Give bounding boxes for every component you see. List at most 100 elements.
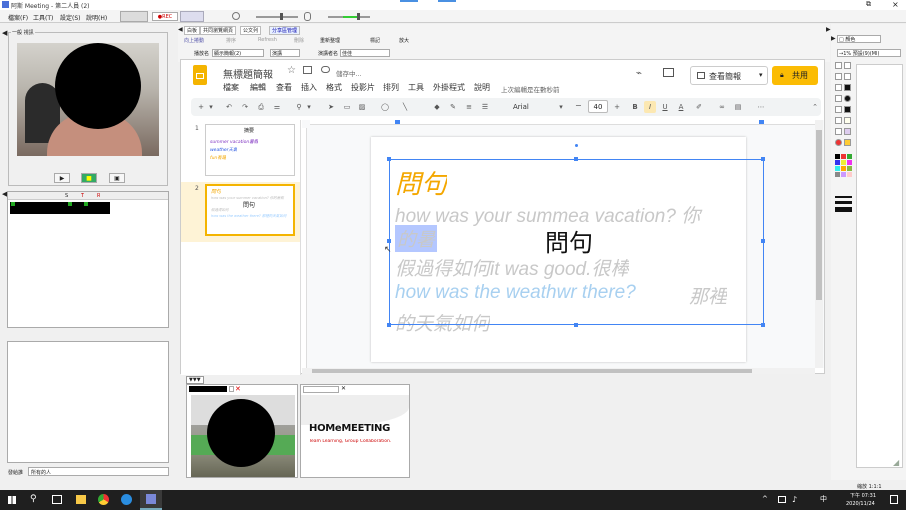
- color-swatch[interactable]: [841, 172, 846, 177]
- slides-logo-icon[interactable]: [193, 65, 207, 85]
- clock-date[interactable]: 2020/11/24: [846, 501, 875, 507]
- collapse-right-icon[interactable]: ▶: [831, 35, 836, 42]
- close-icon[interactable]: ×: [892, 0, 899, 9]
- tab-whiteboard[interactable]: 白板: [184, 26, 201, 35]
- slide-thumbnail[interactable]: 摘要 summer vacation暑假 weather天氣 fun有趣: [205, 124, 295, 176]
- color-swatch[interactable]: [841, 166, 846, 171]
- undo-icon[interactable]: ↶: [225, 103, 233, 111]
- menu-settings[interactable]: 設定(S): [60, 13, 81, 22]
- rect-tool-icon[interactable]: [835, 84, 842, 91]
- resize-handle[interactable]: [761, 323, 765, 327]
- scroll-up-button[interactable]: 向上捲動: [184, 37, 204, 44]
- tab-docs[interactable]: 公文列: [240, 26, 262, 35]
- ellipse-tool-icon[interactable]: [835, 95, 842, 102]
- tile-select[interactable]: [303, 386, 339, 393]
- resize-handle[interactable]: [387, 323, 391, 327]
- chevron-down-icon[interactable]: ▾: [207, 103, 215, 111]
- color-swatch[interactable]: [835, 160, 840, 165]
- filled-ellipse-tool-icon[interactable]: [844, 95, 851, 102]
- slide-thumbnail-selected[interactable]: 問句 問句 how was your summer vacation? 你的暑假…: [205, 184, 295, 236]
- font-size-increase-icon[interactable]: +: [613, 103, 621, 111]
- rotate-handle[interactable]: [575, 144, 578, 147]
- font-size-decrease[interactable]: −: [575, 101, 582, 110]
- print-icon[interactable]: ⎙: [257, 103, 265, 111]
- zoom-button[interactable]: 放大: [399, 37, 409, 44]
- resize-handle[interactable]: [574, 323, 578, 327]
- col-s[interactable]: S: [65, 193, 68, 199]
- notification-icon[interactable]: [890, 495, 898, 504]
- strip-tab[interactable]: ▼▼▼: [186, 376, 204, 384]
- presenter-select[interactable]: 佳佳: [340, 49, 390, 57]
- ime-indicator[interactable]: 中: [820, 494, 827, 504]
- line-icon[interactable]: ╲: [401, 103, 409, 111]
- chrome-icon[interactable]: [98, 494, 109, 505]
- redacted-participant[interactable]: [10, 202, 110, 214]
- refresh-button[interactable]: Refresh: [258, 37, 277, 43]
- homemeeting-tile[interactable]: ✕ HOMeMEETING Team Learning, Group Colla…: [300, 384, 410, 478]
- color-swatch[interactable]: [835, 172, 840, 177]
- italic-icon[interactable]: I: [646, 103, 654, 111]
- folder-icon[interactable]: [303, 66, 312, 74]
- textbox-icon[interactable]: ▭: [343, 103, 351, 111]
- pointer-tool-icon[interactable]: [835, 62, 842, 69]
- task-view-icon[interactable]: [52, 495, 62, 504]
- line-weight-option[interactable]: [835, 196, 852, 198]
- red-dot-tool-icon[interactable]: [835, 139, 842, 146]
- menu-tools[interactable]: 工具: [408, 82, 424, 93]
- border-weight-icon[interactable]: ≡: [465, 103, 473, 111]
- zoom-icon[interactable]: ⚲: [295, 103, 303, 111]
- color-swatch[interactable]: [841, 154, 846, 159]
- vertical-scrollbar[interactable]: [815, 120, 823, 368]
- mark-button[interactable]: 標記: [370, 37, 380, 44]
- new-slide-icon[interactable]: +: [197, 103, 205, 111]
- resize-handle[interactable]: [387, 239, 391, 243]
- menu-arrange[interactable]: 排列: [383, 82, 399, 93]
- more-icon[interactable]: ⋯: [757, 103, 765, 111]
- col-t[interactable]: T: [81, 193, 84, 199]
- resize-grip-icon[interactable]: ◢: [893, 458, 899, 467]
- menu-file[interactable]: 檔案: [223, 82, 239, 93]
- color-swatch[interactable]: [847, 154, 852, 159]
- select-tool-icon[interactable]: [835, 117, 842, 124]
- fill-tool-icon[interactable]: [844, 106, 851, 113]
- playlist-select[interactable]: 顯示簡報(2): [212, 49, 264, 57]
- send-to-select[interactable]: 所有的人: [28, 467, 169, 476]
- resize-handle[interactable]: [761, 157, 765, 161]
- volume-slider[interactable]: [256, 16, 298, 18]
- menu-format[interactable]: 格式: [326, 82, 342, 93]
- scrollbar-thumb[interactable]: [312, 369, 752, 373]
- line-weight-option[interactable]: [835, 207, 852, 212]
- collapse-right-icon[interactable]: ▶: [826, 26, 831, 33]
- network-icon[interactable]: [778, 496, 786, 503]
- speaker-icon[interactable]: [232, 12, 240, 20]
- paint-format-icon[interactable]: ⚌: [273, 103, 281, 111]
- underline-icon[interactable]: U: [661, 103, 669, 111]
- record-button[interactable]: ●REC: [152, 12, 178, 21]
- pen-size-select[interactable]: →1% 預設(9)(Ml): [837, 49, 901, 57]
- stamp-tool-icon[interactable]: [844, 139, 851, 146]
- scrollbar-thumb[interactable]: [816, 130, 822, 300]
- close-icon[interactable]: ✕: [235, 385, 241, 393]
- text-selection-box[interactable]: [389, 159, 764, 325]
- redo-icon[interactable]: ↷: [241, 103, 249, 111]
- menu-edit[interactable]: 編輯: [250, 82, 266, 93]
- col-r[interactable]: R: [97, 193, 100, 199]
- filled-rect-tool-icon[interactable]: [844, 84, 851, 91]
- remote-video-tile[interactable]: ✕: [186, 384, 298, 478]
- fill-color-icon[interactable]: ◆: [433, 103, 441, 111]
- microphone-icon[interactable]: [304, 12, 311, 21]
- chevron-down-icon[interactable]: ▾: [305, 103, 313, 111]
- color-swatch[interactable]: [835, 154, 840, 159]
- search-icon[interactable]: ⚲: [30, 494, 37, 504]
- star-icon[interactable]: ☆: [287, 65, 296, 76]
- horizontal-scrollbar[interactable]: [302, 368, 815, 374]
- last-edit[interactable]: 上次編輯是在數秒前: [501, 84, 560, 94]
- windows-start-icon[interactable]: [8, 496, 16, 504]
- chevron-down-icon[interactable]: ▾: [557, 103, 565, 111]
- share-button[interactable]: 🔒︎ 共用: [772, 66, 818, 85]
- highlight-icon[interactable]: ✐: [695, 103, 703, 111]
- clock-time[interactable]: 下午 07:31: [850, 492, 876, 499]
- tab-cobrowse[interactable]: 共同瀏覽網頁: [200, 26, 237, 35]
- select-cursor-icon[interactable]: ➤: [327, 103, 335, 111]
- tray-arrow-icon[interactable]: ^: [762, 495, 768, 503]
